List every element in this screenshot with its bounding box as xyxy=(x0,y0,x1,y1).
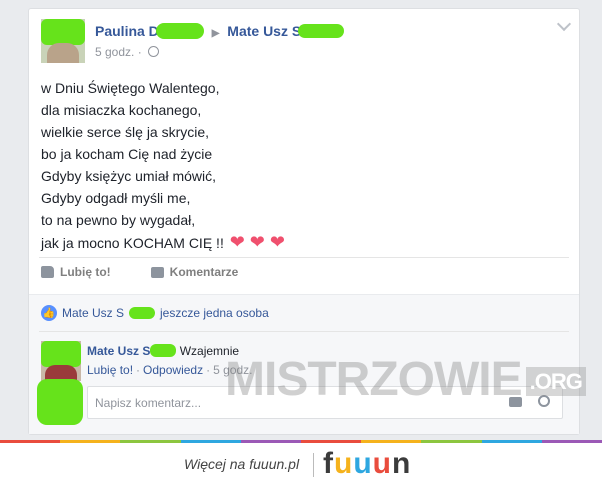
comment-icon xyxy=(150,266,164,278)
watermark: MISTRZOWIE .ORG xyxy=(225,352,586,407)
globe-icon[interactable] xyxy=(148,46,160,57)
redaction-blob xyxy=(41,341,81,367)
heart-icons: ❤ ❤ ❤ xyxy=(229,232,285,252)
thumbs-up-icon xyxy=(41,266,54,278)
chevron-down-icon[interactable] xyxy=(556,16,572,32)
author-avatar[interactable] xyxy=(41,19,85,63)
logo-letter: u xyxy=(334,447,354,480)
post-meta: 5 godz. · xyxy=(95,45,160,59)
post-time[interactable]: 5 godz. xyxy=(95,45,134,59)
logo-letter: f xyxy=(323,447,334,480)
poem-line: dla misiaczka kochanego, xyxy=(41,102,202,118)
comment-button[interactable]: Komentarze xyxy=(150,265,238,279)
poem-line: wielkie serce ślę ja skrycie, xyxy=(41,124,210,140)
likes-summary[interactable]: 👍 Mate Usz S jeszcze jedna osoba xyxy=(41,305,269,321)
divider xyxy=(39,331,569,332)
logo-letter: u xyxy=(353,447,373,480)
poem-line: to na pewno by wygadał, xyxy=(41,212,196,228)
poem-line: Gdyby księżyc umiał mówić, xyxy=(41,168,217,184)
author-name[interactable]: Paulina D xyxy=(95,23,159,39)
poem-line-last: jak ja mocno KOCHAM CIĘ !! ❤ ❤ ❤ xyxy=(41,232,285,252)
commenter-name[interactable]: Mate Usz S xyxy=(87,344,150,358)
post-actions: Lubię to! Komentarze xyxy=(41,265,238,279)
poem-line: Gdyby odgadł myśli me, xyxy=(41,190,191,206)
redaction-blob xyxy=(298,24,345,38)
logo-letter: u xyxy=(372,447,392,480)
divider xyxy=(39,257,569,258)
like-button[interactable]: Lubię to! xyxy=(41,265,111,279)
target-name[interactable]: Mate Usz S xyxy=(227,23,301,39)
comment-reply-link[interactable]: Odpowiedz xyxy=(143,363,203,377)
divider xyxy=(313,453,314,477)
comment-like-link[interactable]: Lubię to! xyxy=(87,363,133,377)
redaction-blob xyxy=(150,344,177,357)
arrow-right-icon: ▶ xyxy=(211,28,220,39)
comment-input-placeholder: Napisz komentarz... xyxy=(95,396,202,410)
fuuun-logo[interactable]: fuuun xyxy=(323,447,411,481)
redaction-blob xyxy=(37,379,83,425)
redaction-blob xyxy=(129,307,156,319)
poem-line: bo ja kocham Cię nad życie xyxy=(41,146,213,162)
post-header: Paulina D ▶ Mate Usz S xyxy=(95,23,345,39)
footer-link[interactable]: Więcej na fuuun.pl xyxy=(184,456,299,472)
post-text: w Dniu Świętego Walentego, dla misiaczka… xyxy=(41,77,285,254)
logo-letter: n xyxy=(391,447,412,480)
footer-banner: Więcej na fuuun.pl fuuun xyxy=(0,443,602,485)
redaction-blob xyxy=(155,23,204,39)
comment-body: Mate Usz S Wzajemnie xyxy=(87,344,239,358)
poem-line: w Dniu Świętego Walentego, xyxy=(41,80,220,96)
like-reaction-icon: 👍 xyxy=(41,305,57,321)
redaction-blob xyxy=(41,19,85,45)
commenter-avatar[interactable] xyxy=(41,341,81,381)
